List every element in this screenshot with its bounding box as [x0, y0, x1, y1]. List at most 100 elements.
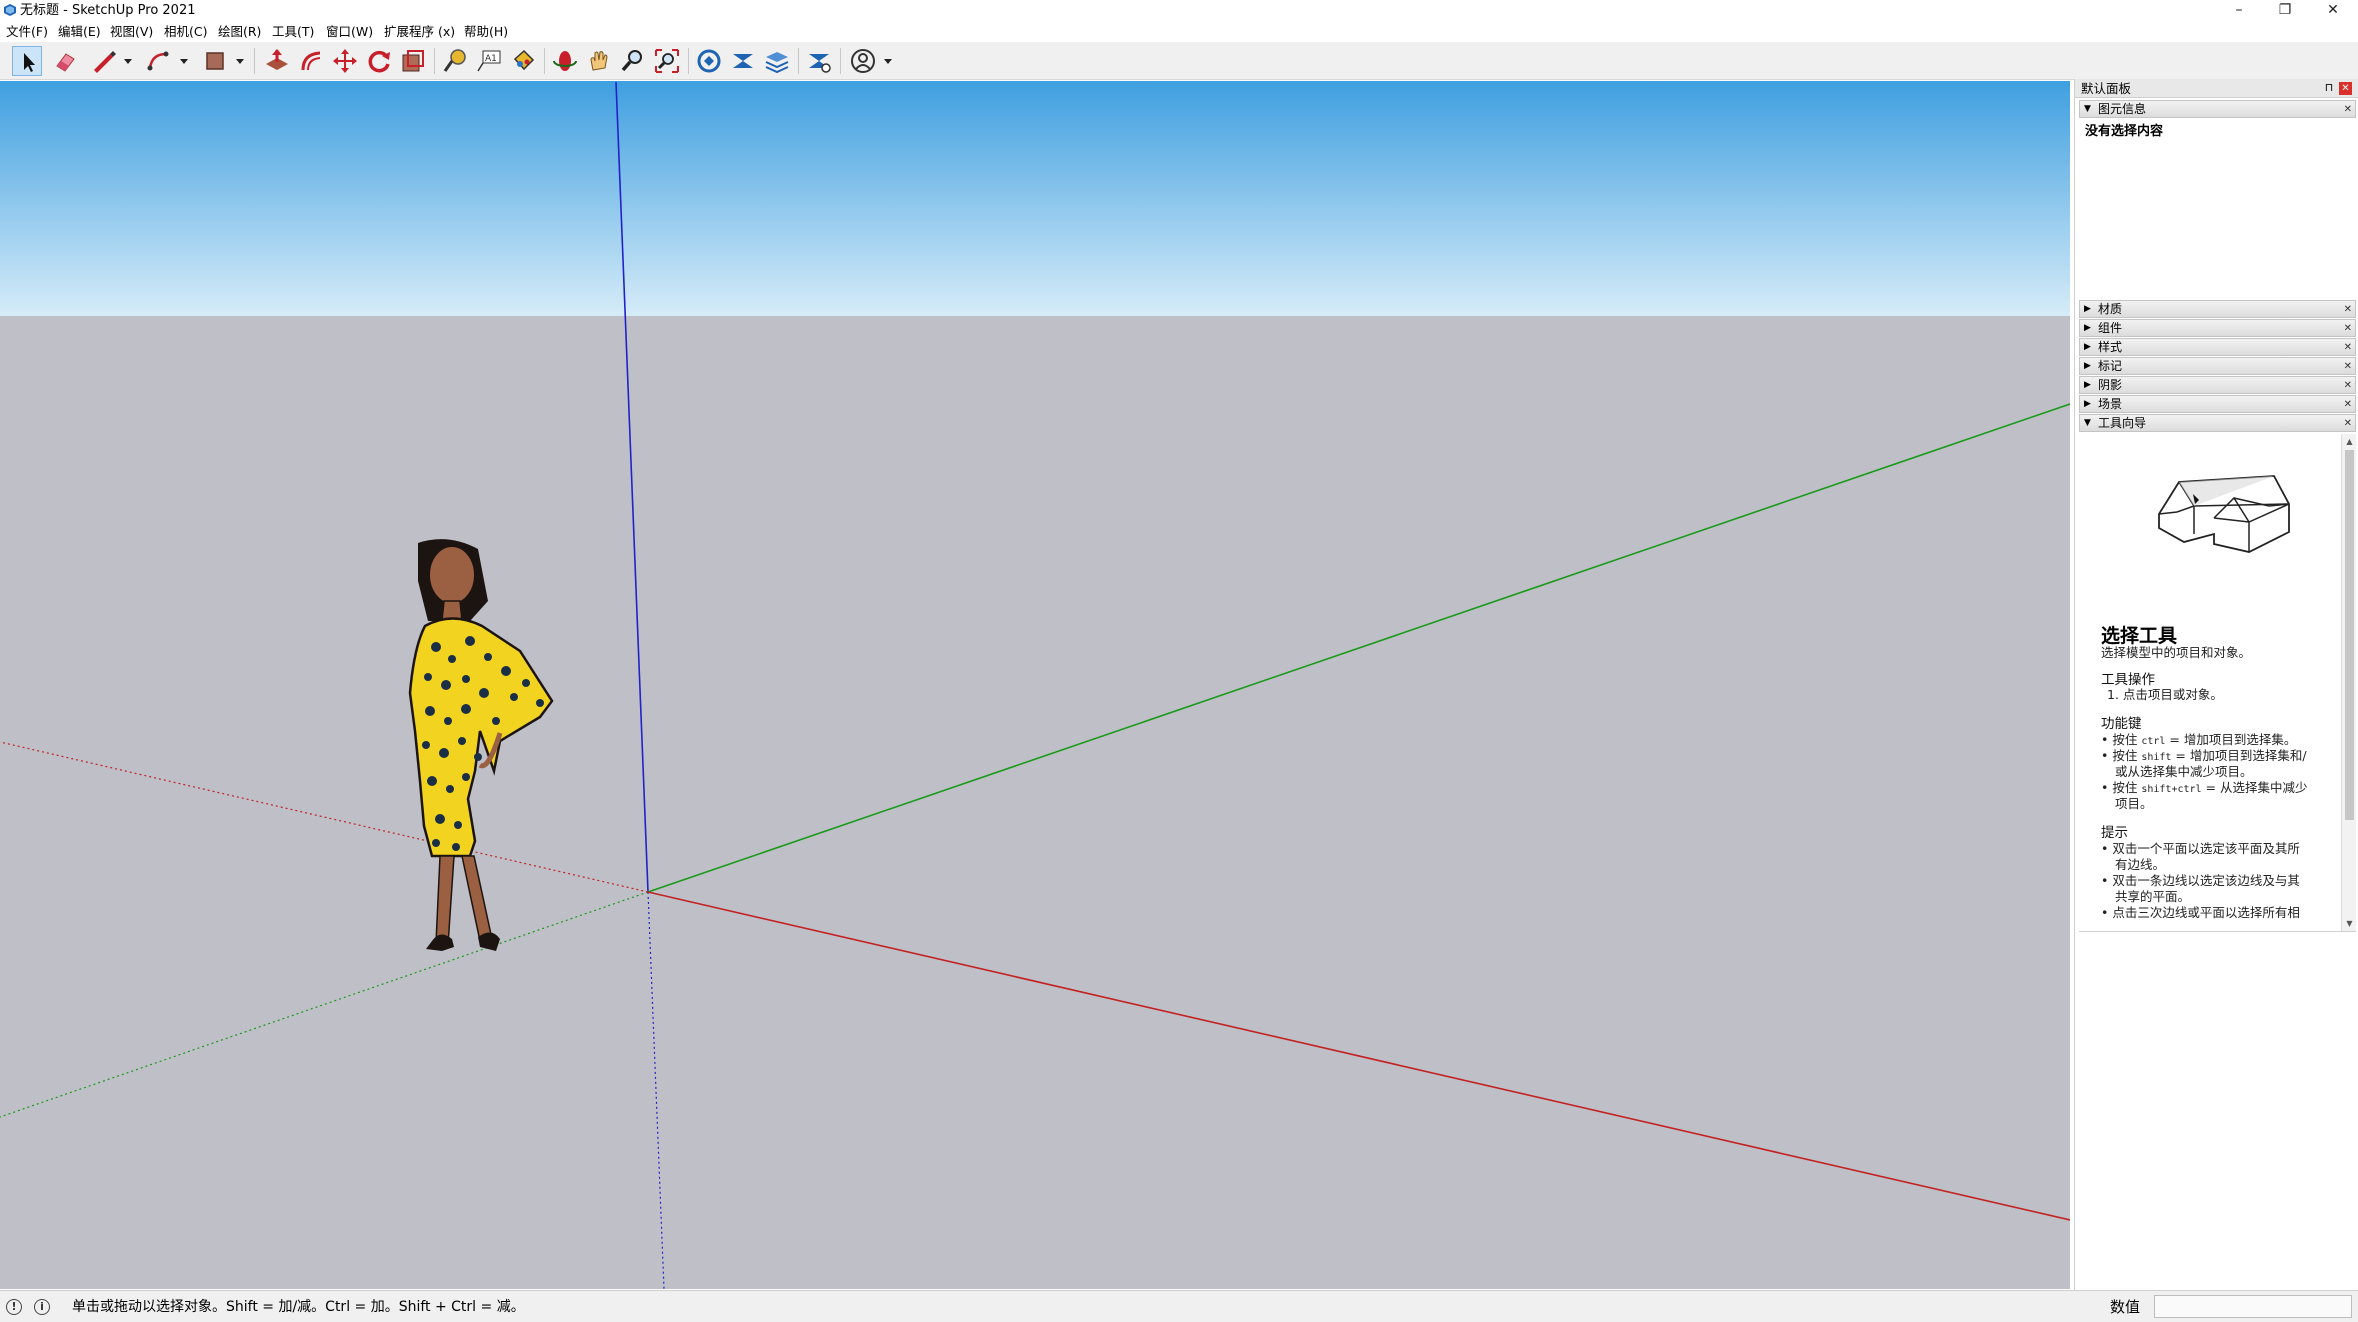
pan-tool-button[interactable]	[584, 46, 614, 76]
instructor-scrollbar[interactable]: ▲ ▼	[2341, 434, 2356, 931]
panel-close-icon[interactable]: ✕	[2344, 359, 2352, 374]
push-pull-tool-button[interactable]	[262, 46, 292, 76]
orbit-tool-button[interactable]	[550, 46, 580, 76]
modeling-viewport[interactable]	[0, 81, 2070, 1289]
menu-view[interactable]: 视图(V)	[110, 24, 153, 40]
close-button[interactable]: ✕	[2310, 0, 2356, 22]
toolbar-separator	[688, 48, 689, 74]
line-tool-dropdown[interactable]	[122, 46, 134, 76]
instructor-key-3-cont: 项目。	[2115, 796, 2153, 811]
arc-tool-dropdown[interactable]	[178, 46, 190, 76]
triangle-down-icon: ▼	[2084, 418, 2091, 428]
panel-shadows-label: 阴影	[2098, 378, 2123, 392]
no-selection-text: 没有选择内容	[2085, 124, 2164, 139]
menu-draw[interactable]: 绘图(R)	[218, 24, 261, 40]
tray-header: 默认面板 ⊓ ✕	[2075, 79, 2358, 98]
scroll-down-icon[interactable]: ▼	[2344, 918, 2355, 930]
instructor-tip-1-cont: 有边线。	[2115, 857, 2166, 872]
measurements-input[interactable]	[2154, 1295, 2352, 1318]
menu-file[interactable]: 文件(F)	[6, 24, 48, 40]
eraser-tool-button[interactable]	[50, 46, 80, 76]
zoom-icon	[621, 50, 642, 72]
panel-close-icon[interactable]: ✕	[2344, 321, 2352, 336]
panel-entity-info[interactable]: ▼ 图元信息 ✕	[2079, 100, 2356, 118]
panel-close-icon[interactable]: ✕	[2344, 397, 2352, 412]
move-icon	[333, 49, 357, 73]
tray-title: 默认面板	[2081, 81, 2132, 96]
rectangle-tool-dropdown[interactable]	[234, 46, 246, 76]
move-tool-button[interactable]	[330, 46, 360, 76]
instructor-keys-heading: 功能键	[2101, 716, 2142, 732]
panel-materials[interactable]: ▶ 材质 ✕	[2079, 300, 2356, 318]
triangle-right-icon: ▶	[2084, 399, 2091, 409]
select-tool-button[interactable]	[12, 46, 42, 76]
rotate-tool-button[interactable]	[364, 46, 394, 76]
menu-edit[interactable]: 编辑(E)	[58, 24, 101, 40]
instructor-tip-2-cont: 共享的平面。	[2115, 889, 2191, 904]
menu-extensions[interactable]: 扩展程序 (x)	[384, 24, 455, 40]
key-1-post: = 增加项目到选择集。	[2165, 732, 2297, 747]
menu-camera[interactable]: 相机(C)	[164, 24, 207, 40]
panel-close-icon[interactable]: ✕	[2344, 102, 2352, 117]
panel-tags[interactable]: ▶ 标记 ✕	[2079, 357, 2356, 375]
geo-location-icon[interactable]: !	[6, 1299, 22, 1315]
sketchup-window: 无标题 - SketchUp Pro 2021 – ❐ ✕ 文件(F) 编辑(E…	[0, 0, 2358, 1322]
panel-scenes[interactable]: ▶ 场景 ✕	[2079, 395, 2356, 413]
info-icon[interactable]: i	[34, 1299, 50, 1315]
chevron-down-icon	[236, 59, 244, 64]
menu-tools[interactable]: 工具(T)	[272, 24, 314, 40]
chevron-down-icon	[124, 59, 132, 64]
viewport-canvas[interactable]	[0, 81, 2070, 1289]
triangle-right-icon: ▶	[2084, 323, 2091, 333]
offset-icon	[301, 51, 321, 71]
ground	[0, 316, 2070, 1289]
minimize-button[interactable]: –	[2216, 0, 2262, 22]
tray-close-button[interactable]: ✕	[2339, 82, 2352, 95]
tray-pin-button[interactable]: ⊓	[2323, 82, 2335, 94]
scroll-up-icon[interactable]: ▲	[2344, 436, 2355, 448]
chevron-down-icon	[884, 59, 892, 64]
toolbar-separator	[798, 48, 799, 74]
account-icon	[851, 49, 875, 73]
menu-help[interactable]: 帮助(H)	[464, 24, 508, 40]
zoom-extents-tool-button[interactable]	[652, 46, 682, 76]
menu-window[interactable]: 窗口(W)	[326, 24, 373, 40]
panel-close-icon[interactable]: ✕	[2344, 302, 2352, 317]
layout-button[interactable]	[762, 46, 792, 76]
zoom-tool-button[interactable]	[618, 46, 648, 76]
panel-materials-label: 材质	[2098, 302, 2123, 316]
arc-tool-button[interactable]	[144, 46, 174, 76]
paint-bucket-tool-button[interactable]	[508, 46, 538, 76]
3d-warehouse-button[interactable]	[694, 46, 724, 76]
tip-2-text: 双击一条边线以选定该边线及与其	[2112, 873, 2300, 888]
scale-tool-button[interactable]	[398, 46, 428, 76]
line-tool-button[interactable]	[88, 46, 118, 76]
key-3-pre: 按住	[2112, 780, 2142, 795]
tape-measure-tool-button[interactable]	[440, 46, 470, 76]
rectangle-icon	[206, 52, 224, 70]
warehouse-icon	[697, 49, 721, 73]
panel-close-icon[interactable]: ✕	[2344, 416, 2352, 431]
panel-styles[interactable]: ▶ 样式 ✕	[2079, 338, 2356, 356]
panel-close-icon[interactable]: ✕	[2344, 378, 2352, 393]
rectangle-tool-button[interactable]	[200, 46, 230, 76]
panel-components[interactable]: ▶ 组件 ✕	[2079, 319, 2356, 337]
extension-warehouse-button[interactable]	[728, 46, 758, 76]
maximize-button[interactable]: ❐	[2262, 0, 2308, 22]
panel-close-icon[interactable]: ✕	[2344, 340, 2352, 355]
account-button[interactable]	[848, 46, 878, 76]
scrollbar-thumb[interactable]	[2345, 450, 2354, 820]
triangle-right-icon: ▶	[2084, 304, 2091, 314]
line-icon	[94, 51, 116, 73]
panel-entity-info-label: 图元信息	[2098, 102, 2147, 116]
offset-tool-button[interactable]	[296, 46, 326, 76]
extension-manager-button[interactable]	[804, 46, 834, 76]
push-pull-icon	[266, 49, 288, 70]
toolbar-separator	[254, 48, 255, 74]
account-dropdown[interactable]	[882, 46, 894, 76]
panel-instructor[interactable]: ▼ 工具向导 ✕	[2079, 414, 2356, 432]
panel-shadows[interactable]: ▶ 阴影 ✕	[2079, 376, 2356, 394]
text-tool-button[interactable]: A1	[474, 46, 504, 76]
key-1-key: ctrl	[2141, 736, 2166, 747]
sky	[0, 81, 2070, 316]
